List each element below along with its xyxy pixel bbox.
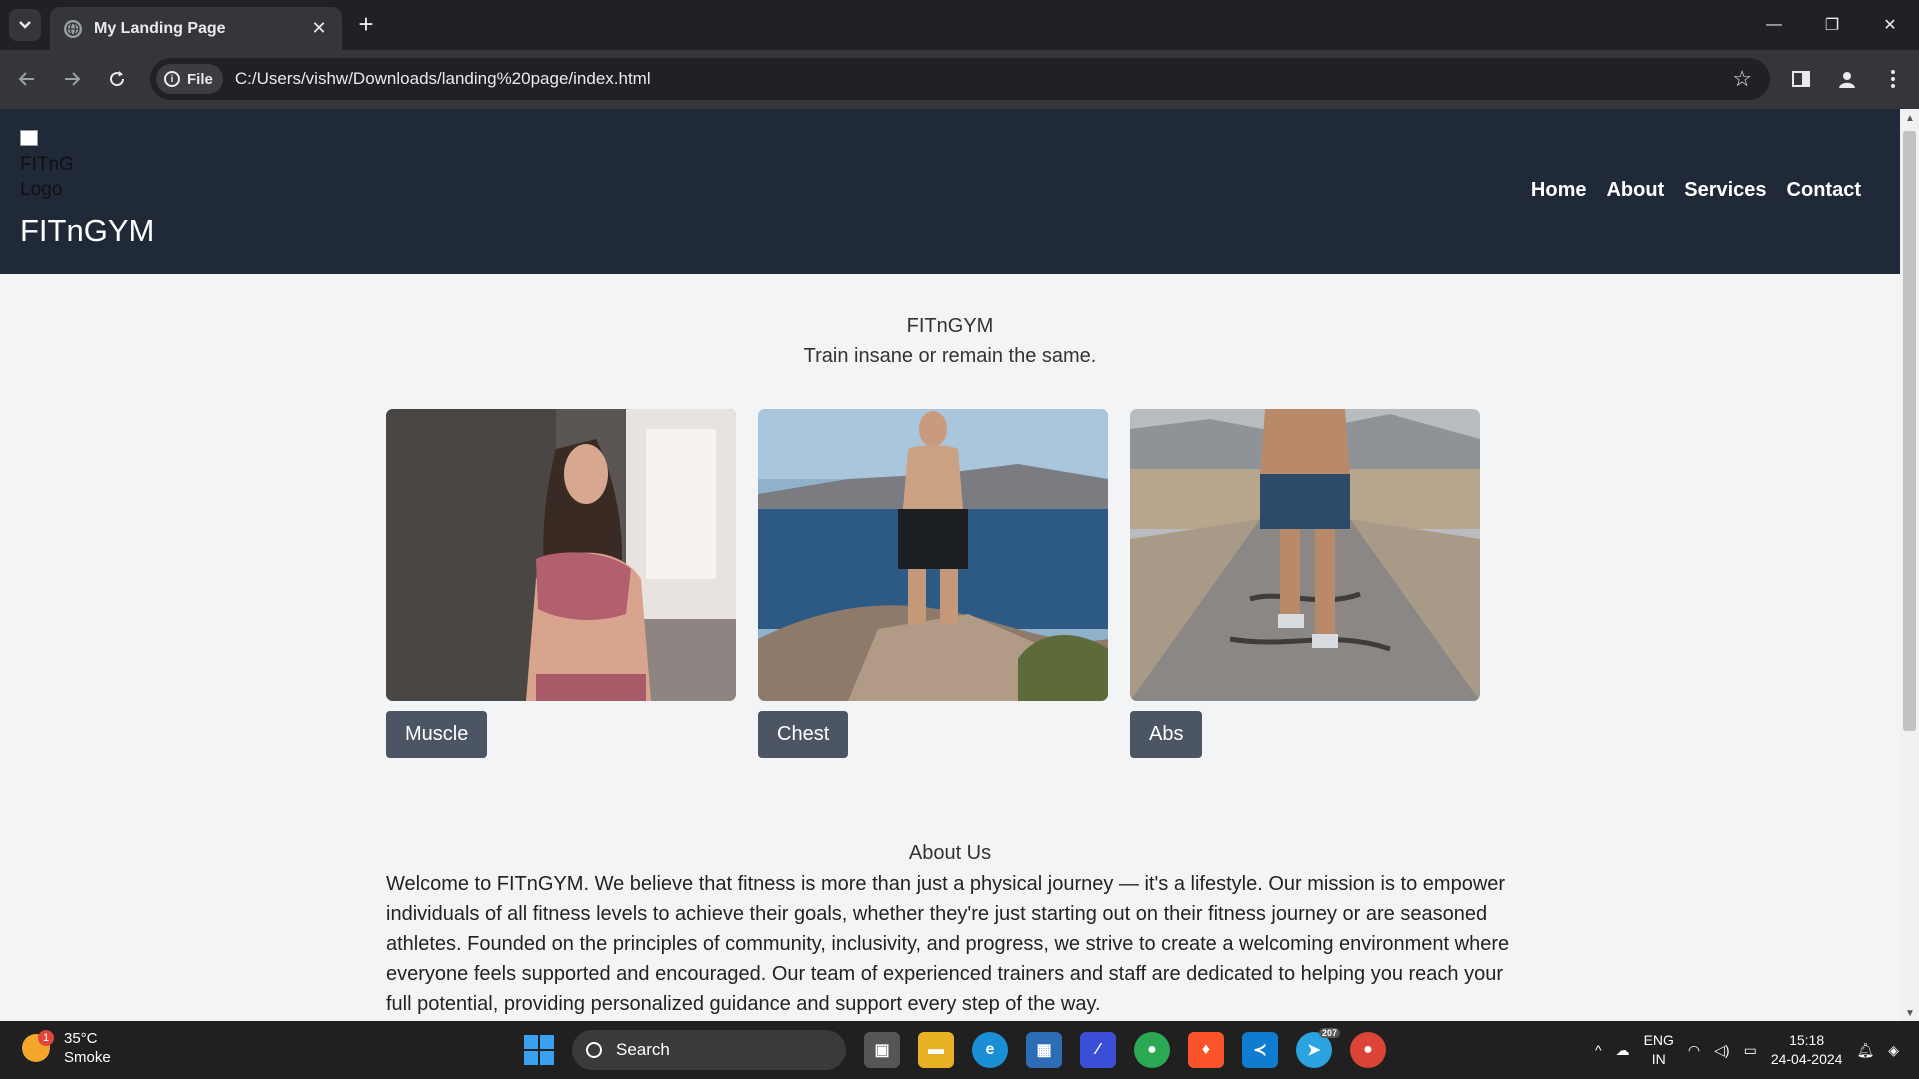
tab-search-button[interactable] <box>9 9 41 41</box>
file-explorer-icon[interactable]: ▬ <box>918 1032 954 1068</box>
brand-name: FITnGYM <box>20 213 155 248</box>
scroll-up-icon[interactable]: ▲ <box>1905 113 1915 124</box>
browser-toolbar: i File C:/Users/vishw/Downloads/landing%… <box>0 50 1919 109</box>
clock[interactable]: 15:18 24-04-2024 <box>1771 1031 1843 1069</box>
task-view-icon[interactable]: ▣ <box>864 1032 900 1068</box>
chrome-icon[interactable]: ● <box>1350 1032 1386 1068</box>
taskbar-search[interactable]: Search <box>572 1030 846 1070</box>
logo-alt-text: FITnGYM Logo <box>20 154 72 200</box>
sidebar-icon[interactable] <box>1786 64 1816 94</box>
reload-button[interactable] <box>102 64 132 94</box>
close-tab-icon[interactable]: ✕ <box>308 18 330 39</box>
card-chest: Chest <box>758 409 1108 758</box>
date-text: 24-04-2024 <box>1770 1051 1843 1067</box>
broken-image-icon <box>20 130 38 146</box>
hero-tagline: Train insane or remain the same. <box>803 345 1097 367</box>
card-muscle: Muscle <box>386 409 736 758</box>
abs-photo <box>1130 409 1480 701</box>
chrome-dev-icon[interactable]: ● <box>1134 1032 1170 1068</box>
lang-code: ENG <box>1643 1032 1674 1048</box>
telegram-icon[interactable]: ➤ 207 <box>1296 1028 1340 1068</box>
nav-link-services[interactable]: Services <box>1684 179 1766 202</box>
forward-icon <box>65 72 81 86</box>
telegram-badge: 207 <box>1318 1028 1340 1038</box>
muscle-button[interactable]: Muscle <box>386 711 488 758</box>
logo-image: FITnGYM Logo <box>20 127 72 207</box>
page-viewport: FITnGYM Logo FITnGYM Home About Services… <box>0 109 1900 1021</box>
window-controls: — ❐ ✕ <box>1745 0 1919 50</box>
language-indicator[interactable]: ENG IN <box>1644 1031 1674 1069</box>
nav-link-contact[interactable]: Contact <box>1787 179 1861 202</box>
start-button[interactable] <box>524 1035 554 1065</box>
copilot-icon[interactable]: ◈ <box>1888 1042 1899 1059</box>
windows-taskbar: 1 35°C Smoke Search ▣ ▬ e ▦ ⁄ ● ♦ ≺ ➤ 20… <box>0 1021 1919 1079</box>
abs-button[interactable]: Abs <box>1130 711 1203 758</box>
chevron-up-icon[interactable]: ^ <box>1595 1042 1602 1058</box>
time-text: 15:18 <box>1789 1032 1825 1048</box>
battery-icon[interactable]: ▭ <box>1744 1042 1757 1059</box>
star-icon[interactable]: ☆ <box>1732 66 1752 92</box>
zenmap-icon[interactable]: ⁄ <box>1080 1032 1116 1068</box>
url-text[interactable]: C:/Users/vishw/Downloads/landing%20page/… <box>235 69 1732 89</box>
system-tray: ^ ☁ ENG IN ◠ ◁) ▭ 15:18 24-04-2024 🔔︎ ◈ <box>1595 1021 1899 1079</box>
info-icon: i <box>164 71 180 87</box>
menu-icon[interactable] <box>1878 64 1908 94</box>
site-info-label: File <box>187 70 213 88</box>
chevron-down-icon <box>19 21 31 29</box>
wifi-icon[interactable]: ◠ <box>1688 1042 1700 1059</box>
new-tab-button[interactable]: + <box>352 11 380 39</box>
minimize-button[interactable]: — <box>1745 0 1803 50</box>
site-info-chip[interactable]: i File <box>156 64 223 94</box>
taskbar-apps: Search ▣ ▬ e ▦ ⁄ ● ♦ ≺ ➤ 207 ● <box>524 1027 1386 1073</box>
vscode-icon[interactable]: ≺ <box>1242 1032 1278 1068</box>
window-close-button[interactable]: ✕ <box>1861 0 1919 50</box>
card-abs: Abs <box>1130 409 1480 758</box>
weather-badge: 1 <box>38 1030 54 1046</box>
site-nav: Home About Services Contact <box>1531 179 1861 202</box>
chest-button[interactable]: Chest <box>758 711 849 758</box>
weather-icon: 1 <box>22 1030 54 1062</box>
tab-strip: My Landing Page ✕ + — ❐ ✕ <box>0 0 1919 50</box>
chest-photo <box>758 409 1108 701</box>
active-tab[interactable]: My Landing Page ✕ <box>50 7 342 50</box>
search-icon <box>586 1042 602 1058</box>
weather-desc: Smoke <box>64 1049 111 1066</box>
globe-icon <box>64 19 82 38</box>
about-text: Welcome to FITnGYM. We believe that fitn… <box>386 873 1510 1015</box>
brave-icon[interactable]: ♦ <box>1188 1032 1224 1068</box>
address-bar[interactable]: i File C:/Users/vishw/Downloads/landing%… <box>150 58 1770 100</box>
page-scrollbar[interactable]: ▲ ▼ <box>1900 109 1919 1021</box>
scroll-thumb[interactable] <box>1903 131 1916 731</box>
reload-icon <box>110 71 125 87</box>
back-button[interactable] <box>12 64 42 94</box>
scroll-down-icon[interactable]: ▼ <box>1905 1008 1915 1019</box>
about-title: About Us <box>908 842 992 864</box>
site-header: FITnGYM Logo FITnGYM Home About Services… <box>0 109 1900 274</box>
hero-title: FITnGYM <box>906 315 994 337</box>
volume-icon[interactable]: ◁) <box>1714 1042 1729 1059</box>
onedrive-icon[interactable]: ☁ <box>1616 1042 1630 1059</box>
edge-icon[interactable]: e <box>972 1032 1008 1068</box>
weather-temp: 35°C <box>64 1030 98 1047</box>
profile-icon[interactable] <box>1832 64 1862 94</box>
taskbar-search-label: Search <box>616 1040 670 1059</box>
tab-title: My Landing Page <box>94 19 226 37</box>
region-code: IN <box>1651 1051 1666 1067</box>
back-icon <box>18 72 34 86</box>
forward-button[interactable] <box>57 64 87 94</box>
nav-link-home[interactable]: Home <box>1531 179 1587 202</box>
weather-widget[interactable]: 1 35°C Smoke <box>22 1029 111 1067</box>
nav-link-about[interactable]: About <box>1606 179 1664 202</box>
muscle-photo <box>386 409 736 701</box>
notification-bell-icon[interactable]: 🔔︎ <box>1856 1042 1874 1059</box>
store-icon[interactable]: ▦ <box>1026 1032 1062 1068</box>
restore-button[interactable]: ❐ <box>1803 0 1861 50</box>
